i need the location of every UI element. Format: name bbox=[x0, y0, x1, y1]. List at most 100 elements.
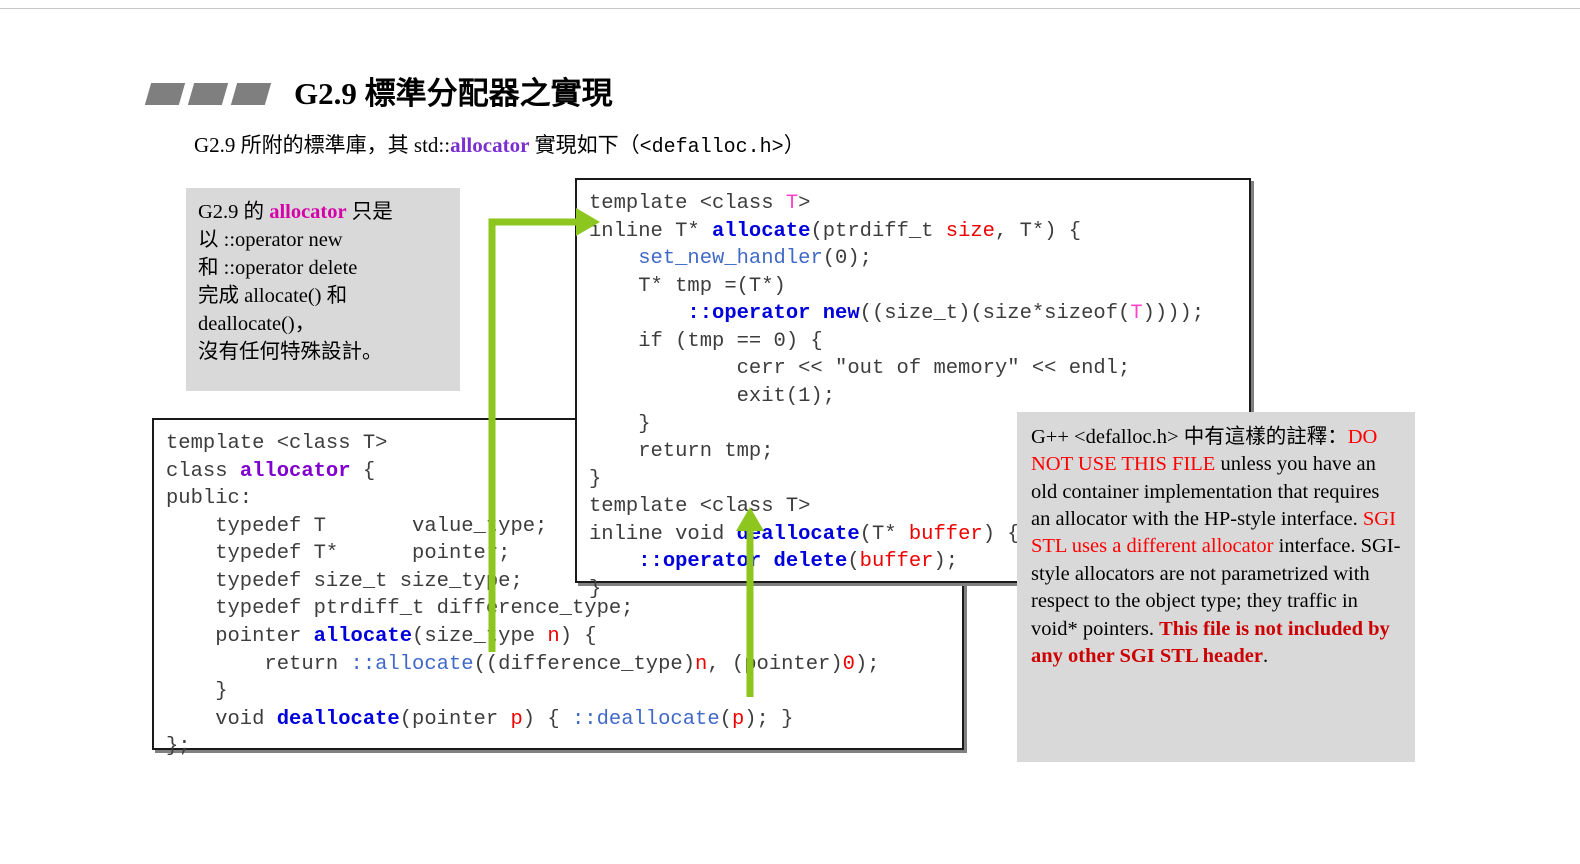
code-top-token: ::operator delete bbox=[638, 550, 848, 574]
code-bottom-token: deallocate bbox=[276, 707, 400, 731]
code-bottom-token: typedef T* pointer; bbox=[166, 542, 511, 566]
code-top-token: inline T* bbox=[589, 219, 713, 243]
code-top-token: buffer bbox=[908, 522, 983, 546]
code-bottom-line: void deallocate(pointer p) { ::deallocat… bbox=[166, 706, 962, 734]
code-bottom-token: }; bbox=[166, 735, 191, 759]
code-top-line: ::operator new((size_t)(size*sizeof(T)))… bbox=[589, 300, 1249, 328]
code-top-token: if (tmp == 0) { bbox=[589, 329, 823, 353]
code-bottom-token: (pointer bbox=[399, 707, 511, 731]
subtitle-header-filename: <defalloc.h> bbox=[639, 136, 784, 159]
code-bottom-token: typedef T value_type; bbox=[166, 514, 548, 538]
code-top-token: (0); bbox=[822, 247, 872, 271]
note-left-line-1: G2.9 的 allocator 只是 bbox=[198, 198, 460, 226]
code-bottom-token: allocate bbox=[313, 624, 413, 648]
subtitle-allocator-highlight: allocator bbox=[450, 133, 530, 157]
code-top-token: return tmp; bbox=[589, 440, 774, 464]
code-top-line: cerr << "out of memory" << endl; bbox=[589, 355, 1249, 383]
code-top-line: inline T* allocate(ptrdiff_t size, T*) { bbox=[589, 218, 1249, 246]
code-bottom-token: allocator bbox=[239, 459, 351, 483]
code-top-token: ( bbox=[847, 550, 860, 574]
code-bottom-token: ); bbox=[854, 652, 880, 676]
code-bottom-token: { bbox=[350, 459, 376, 483]
code-top-token: set_new_handler bbox=[638, 247, 823, 271]
slide-title-row: G2.9 標準分配器之實現 bbox=[144, 68, 613, 113]
code-bottom-token: 0 bbox=[842, 652, 855, 676]
code-top-token: )))); bbox=[1142, 302, 1205, 326]
note-left-line-4: 完成 allocate() 和 bbox=[198, 285, 348, 308]
code-bottom-line: }; bbox=[166, 733, 962, 761]
code-bottom-token: n bbox=[547, 624, 560, 648]
code-top-token bbox=[589, 247, 638, 270]
code-top-line: T* tmp =(T*) bbox=[589, 273, 1249, 301]
code-bottom-token: pointer bbox=[166, 624, 314, 648]
code-bottom-token: ::allocate bbox=[350, 652, 474, 676]
code-top-token: T* tmp =(T*) bbox=[589, 274, 786, 298]
code-bottom-token: typedef size_t size_type; bbox=[166, 569, 523, 593]
note-left-line1-a: G2.9 的 bbox=[198, 201, 270, 223]
note-left-line-5: deallocate()， bbox=[198, 313, 316, 336]
code-bottom-token: ); } bbox=[744, 707, 794, 731]
code-top-token: (T* bbox=[859, 522, 909, 546]
page-title: G2.9 標準分配器之實現 bbox=[294, 76, 613, 111]
code-top-token: } bbox=[589, 577, 602, 601]
code-top-token: , T*) { bbox=[995, 219, 1082, 243]
note-right-defalloc-warning: G++ <defalloc.h> 中有這樣的註釋：DO NOT USE THIS… bbox=[1017, 412, 1415, 762]
code-bottom-token: (size_type bbox=[412, 624, 548, 648]
note-left-allocator-summary: G2.9 的 allocator 只是 以 ::operator new 和 :… bbox=[186, 188, 460, 391]
code-bottom-token: class bbox=[166, 459, 240, 483]
code-top-token: cerr << "out of memory" << endl; bbox=[589, 357, 1131, 381]
code-top-token: T bbox=[1130, 302, 1143, 326]
code-top-token: inline void bbox=[589, 522, 737, 546]
code-bottom-token: template <class T> bbox=[166, 432, 388, 455]
code-top-token: ((size_t)(size*sizeof( bbox=[859, 302, 1131, 326]
code-top-token: template <class T> bbox=[589, 495, 811, 519]
code-bottom-token: } bbox=[166, 680, 228, 704]
bullet-mark-1 bbox=[144, 82, 186, 105]
code-bottom-line: } bbox=[166, 678, 962, 706]
code-top-token bbox=[589, 550, 638, 573]
code-top-token: ); bbox=[933, 550, 959, 574]
code-top-token: ::operator new bbox=[687, 302, 860, 326]
code-top-line: if (tmp == 0) { bbox=[589, 328, 1249, 356]
code-bottom-token: typedef ptrdiff_t difference_type; bbox=[166, 597, 634, 621]
code-top-token: ) { bbox=[982, 522, 1020, 546]
note-left-line-2: 以 ::operator new bbox=[198, 229, 343, 252]
code-top-token: > bbox=[798, 192, 811, 215]
code-top-line: template <class T> bbox=[589, 190, 1249, 218]
code-bottom-token: void bbox=[166, 707, 277, 731]
code-bottom-token: n bbox=[695, 652, 708, 676]
code-bottom-token: ::deallocate bbox=[572, 707, 720, 731]
code-top-token: (ptrdiff_t bbox=[810, 219, 946, 243]
code-bottom-token: public: bbox=[166, 487, 253, 511]
code-top-token: deallocate bbox=[736, 522, 860, 546]
bullet-mark-3 bbox=[230, 82, 272, 105]
code-top-token: T bbox=[785, 192, 799, 215]
code-bottom-token: p bbox=[510, 707, 523, 731]
bullet-marks bbox=[144, 82, 272, 105]
note-right-seg7: . bbox=[1263, 644, 1269, 667]
code-top-token: exit(1); bbox=[589, 384, 836, 408]
bullet-mark-2 bbox=[187, 82, 229, 105]
code-bottom-token: return bbox=[166, 652, 351, 676]
note-left-line1-b: 只是 bbox=[346, 201, 393, 223]
code-top-token: template <class bbox=[589, 192, 786, 215]
top-divider-rule bbox=[0, 8, 1580, 9]
note-left-allocator-highlight: allocator bbox=[269, 201, 347, 223]
code-bottom-token: ) { bbox=[522, 707, 572, 731]
code-top-line: set_new_handler(0); bbox=[589, 245, 1249, 273]
code-bottom-token: , (pointer) bbox=[707, 652, 843, 676]
note-left-line-6: 沒有任何特殊設計。 bbox=[198, 341, 383, 364]
subtitle-text-part1: G2.9 所附的標準庫，其 std:: bbox=[194, 133, 451, 157]
note-right-seg1: G++ <defalloc.h> 中有這樣的註釋： bbox=[1031, 426, 1348, 448]
code-top-token bbox=[589, 302, 687, 325]
code-top-token: } bbox=[589, 412, 651, 436]
code-bottom-token: p bbox=[731, 707, 745, 731]
note-left-line-3: 和 ::operator delete bbox=[198, 257, 358, 280]
code-bottom-token: ((difference_type) bbox=[473, 652, 695, 676]
subtitle-text-part2: 實現如下（ bbox=[529, 133, 640, 157]
code-top-token: buffer bbox=[859, 550, 934, 574]
code-top-line: exit(1); bbox=[589, 383, 1249, 411]
code-top-token: size bbox=[945, 219, 995, 243]
subtitle-text-part3: ） bbox=[783, 133, 805, 157]
code-bottom-token: ( bbox=[719, 707, 732, 731]
